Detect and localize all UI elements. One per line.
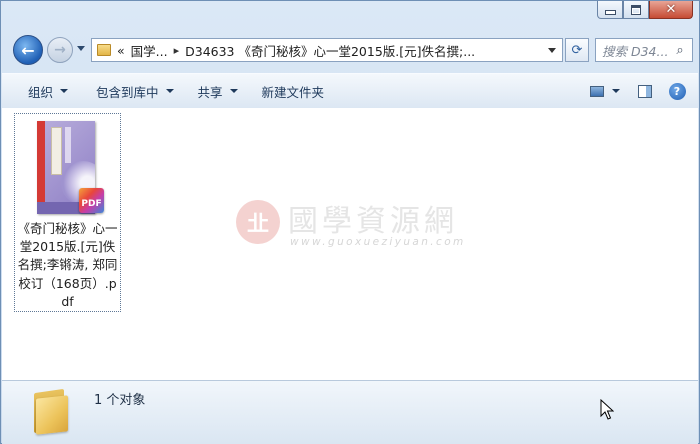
- explorer-window: ✕ ← → « 国学... ▸ D34633 《奇门秘核》心一堂2015版.[元…: [0, 0, 700, 444]
- file-name: 《奇门秘核》心一堂2015版.[元]佚名撰;李锵涛, 郑同校订（168页）.pd…: [17, 221, 118, 309]
- address-overflow-icon[interactable]: «: [117, 43, 125, 58]
- breadcrumb-separator-icon[interactable]: ▸: [174, 44, 180, 57]
- cover-subtitle-label: [65, 127, 71, 163]
- watermark-url: www.guoxueziyuan.com: [290, 236, 466, 248]
- arrow-right-icon: →: [54, 42, 66, 58]
- organize-label: 组织: [28, 84, 54, 100]
- breadcrumb-root[interactable]: 国学...: [131, 41, 168, 60]
- pdf-file-icon: PDF: [79, 188, 104, 213]
- share-menu[interactable]: 共享: [186, 78, 250, 104]
- details-pane: 1 个对象: [2, 380, 698, 444]
- mouse-cursor-icon: [600, 399, 614, 420]
- help-icon: ?: [668, 82, 686, 100]
- new-folder-button[interactable]: 新建文件夹: [250, 78, 337, 104]
- arrow-left-icon: ←: [21, 40, 35, 60]
- navigation-bar: ← → « 国学... ▸ D34633 《奇门秘核》心一堂2015版.[元]佚…: [9, 34, 693, 66]
- minimize-icon: [604, 10, 616, 15]
- new-folder-label: 新建文件夹: [261, 84, 325, 100]
- close-button[interactable]: ✕: [649, 1, 693, 19]
- view-icon: [590, 85, 604, 97]
- chevron-down-icon: [60, 89, 69, 93]
- chevron-down-icon: [165, 89, 174, 93]
- cover-spine: [37, 121, 45, 214]
- chevron-down-icon: [229, 89, 238, 93]
- folder-icon: [32, 387, 70, 435]
- cover-title-label: [51, 127, 62, 175]
- forward-button[interactable]: →: [47, 37, 73, 63]
- address-dropdown-icon[interactable]: [548, 48, 556, 53]
- maximize-icon: [631, 4, 641, 15]
- organize-menu[interactable]: 组织: [16, 78, 80, 104]
- caption-buttons: ✕: [597, 1, 693, 19]
- close-icon: ✕: [665, 2, 677, 17]
- search-input[interactable]: 搜索 D34...: [602, 41, 672, 60]
- file-item[interactable]: PDF 《奇门秘核》心一堂2015版.[元]佚名撰;李锵涛, 郑同校订（168页…: [14, 113, 121, 312]
- search-icon[interactable]: ⌕: [672, 43, 688, 58]
- recent-pages-dropdown[interactable]: [77, 46, 85, 51]
- search-box[interactable]: 搜索 D34... ⌕: [595, 38, 693, 62]
- item-count: 1 个对象: [94, 393, 146, 408]
- maximize-button[interactable]: [623, 1, 649, 19]
- address-bar[interactable]: « 国学... ▸ D34633 《奇门秘核》心一堂2015版.[元]佚名撰;.…: [91, 38, 563, 62]
- help-button[interactable]: ?: [664, 78, 690, 104]
- preview-pane-icon: [638, 84, 652, 98]
- preview-pane-button[interactable]: [632, 78, 658, 104]
- refresh-icon: ⟳: [571, 42, 583, 58]
- back-button[interactable]: ←: [13, 35, 43, 65]
- change-view-button[interactable]: [584, 78, 610, 104]
- share-label: 共享: [197, 84, 223, 100]
- view-controls: ?: [584, 78, 690, 104]
- refresh-button[interactable]: ⟳: [565, 38, 589, 62]
- include-in-library-menu[interactable]: 包含到库中: [84, 78, 186, 104]
- folder-icon: [97, 44, 111, 56]
- folder-front: [36, 395, 68, 435]
- watermark: 㐀 國學資源網 www.guoxueziyuan.com: [236, 196, 496, 256]
- minimize-button[interactable]: [597, 1, 623, 19]
- watermark-seal-icon: 㐀: [236, 200, 280, 244]
- breadcrumb-current[interactable]: D34633 《奇门秘核》心一堂2015版.[元]佚名撰;...: [185, 41, 475, 60]
- include-in-library-label: 包含到库中: [96, 84, 159, 100]
- view-options-dropdown[interactable]: [612, 89, 620, 93]
- command-bar: 组织 包含到库中 共享 新建文件夹 ?: [2, 73, 698, 109]
- watermark-title: 國學資源網: [288, 204, 458, 239]
- file-list-area[interactable]: PDF 《奇门秘核》心一堂2015版.[元]佚名撰;李锵涛, 郑同校订（168页…: [2, 108, 698, 380]
